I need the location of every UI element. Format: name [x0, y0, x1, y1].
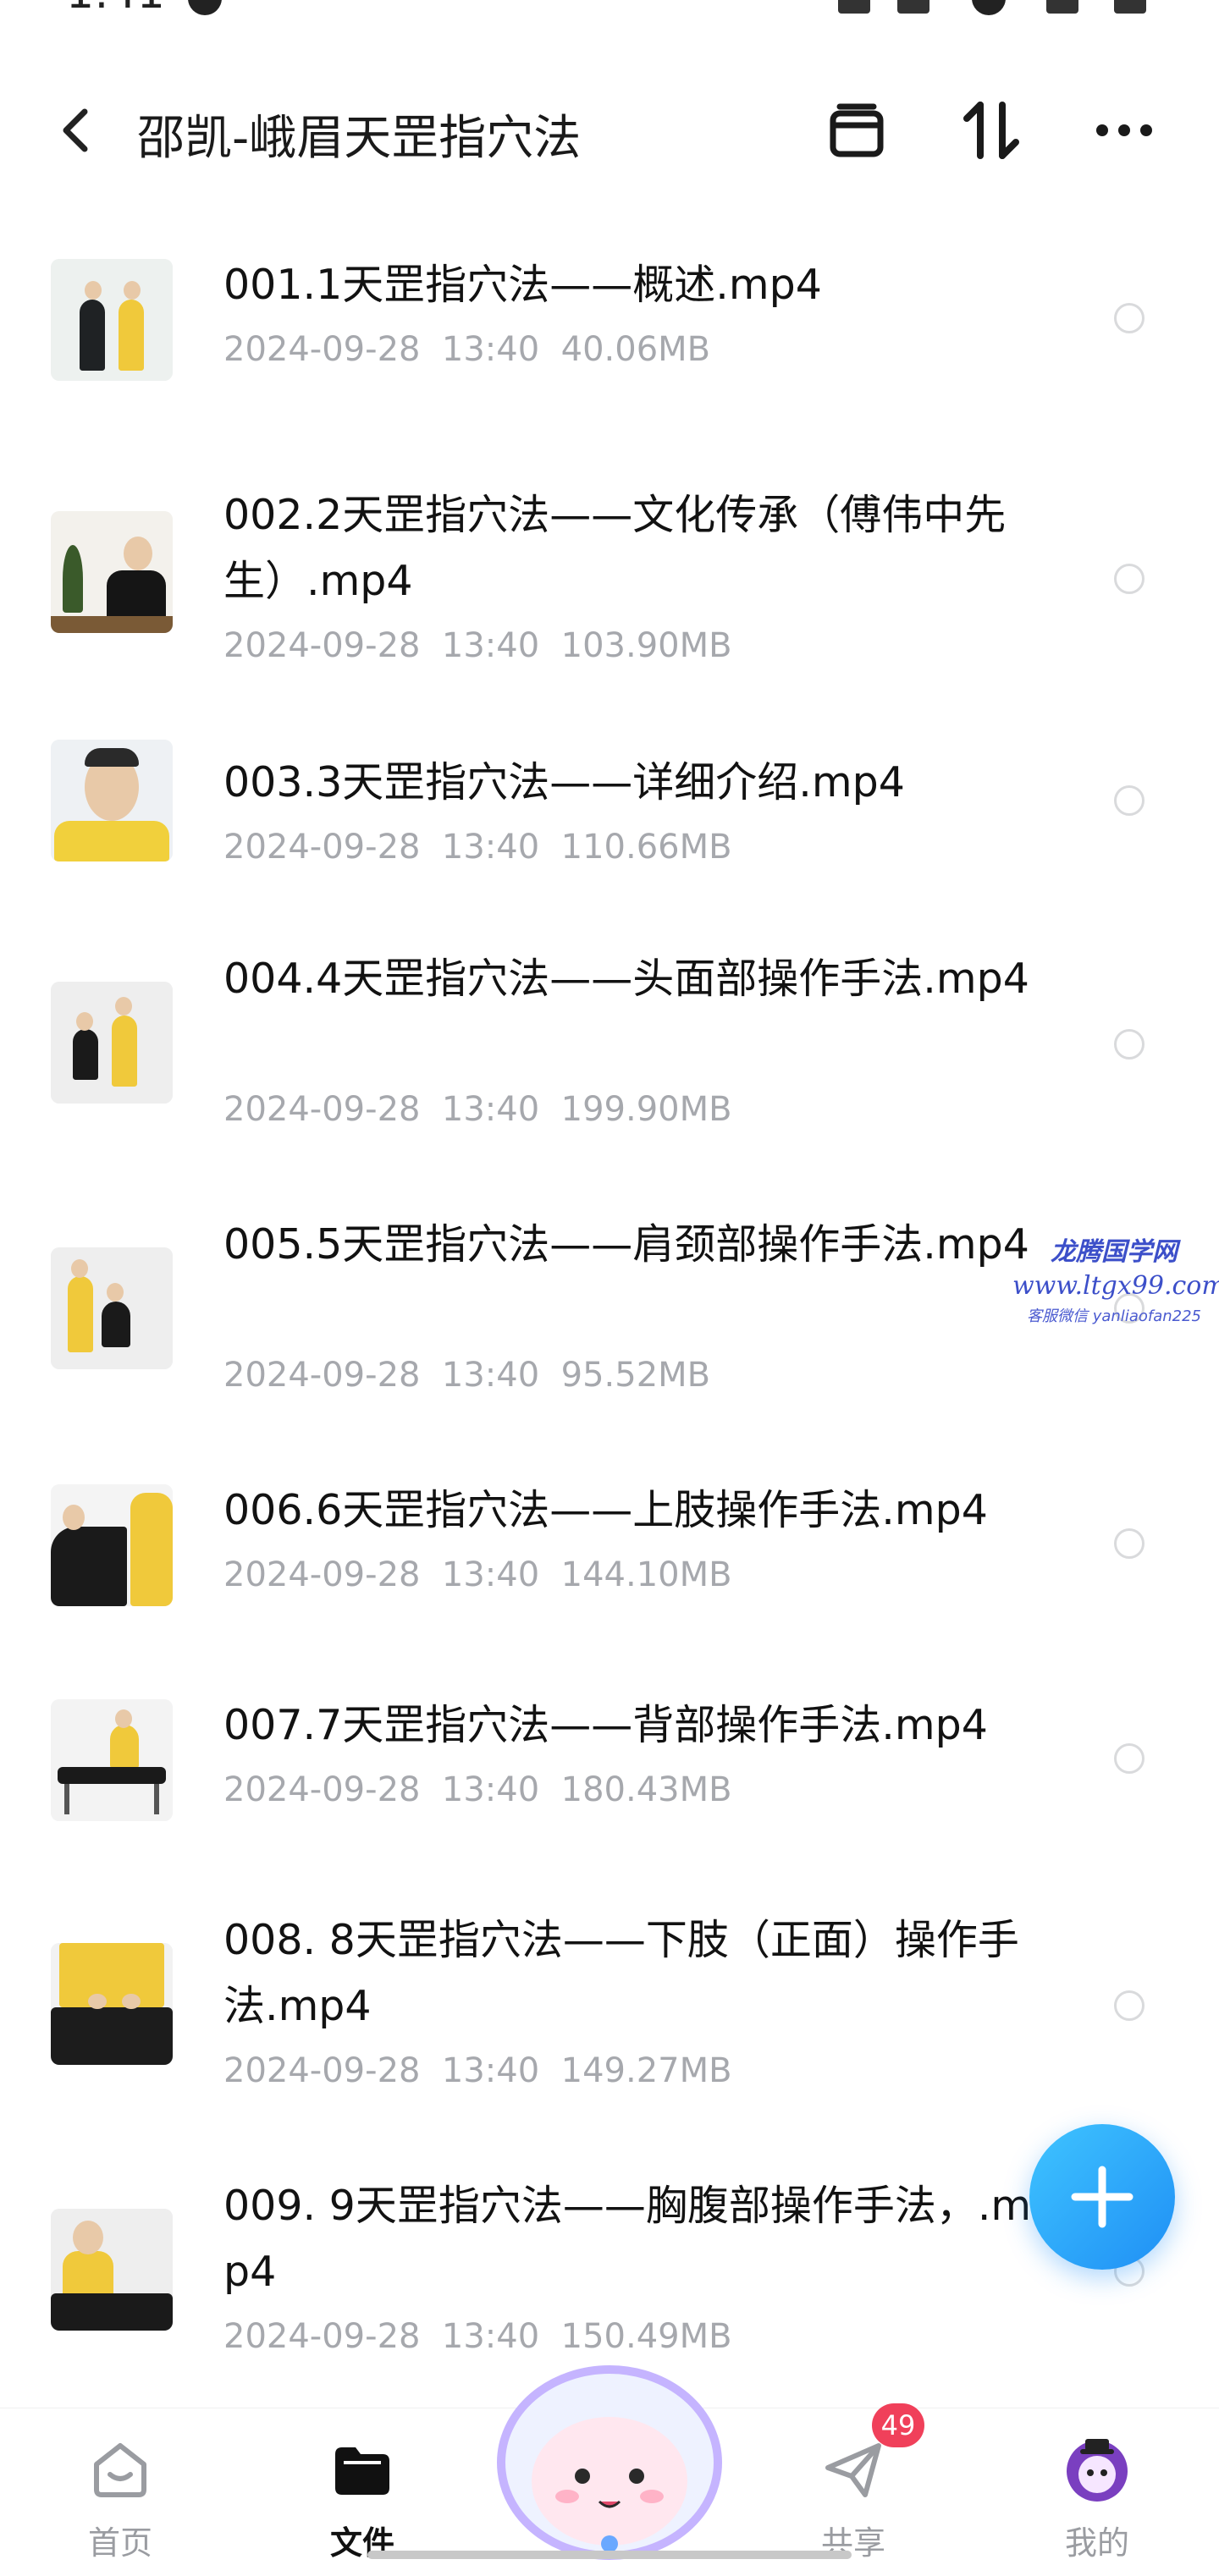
nav-mine-label: 我的	[1064, 2524, 1129, 2562]
header: 邵凯-峨眉天罡指穴法	[0, 85, 1219, 178]
video-thumbnail	[51, 1943, 173, 2065]
archive-box-icon	[830, 103, 884, 157]
file-meta: 2024-09-28 13:40 144.10MB	[223, 1555, 732, 1594]
hd-icon	[897, 0, 929, 14]
file-meta: 2024-09-28 13:40 149.27MB	[223, 2051, 732, 2090]
file-meta: 2024-09-28 13:40 103.90MB	[223, 626, 732, 665]
nfc-icon	[838, 0, 870, 14]
folder-icon	[335, 2447, 389, 2495]
add-button[interactable]	[1029, 2124, 1175, 2270]
file-name: 004.4天罡指穴法——头面部操作手法.mp4	[223, 955, 1029, 1003]
archive-button[interactable]	[823, 96, 891, 164]
video-thumbnail	[51, 1484, 173, 1606]
watermark-url: www.ltgx99.com	[1012, 1271, 1219, 1301]
select-radio[interactable]	[1114, 303, 1145, 333]
video-thumbnail	[51, 740, 173, 861]
video-thumbnail	[51, 982, 173, 1104]
select-radio[interactable]	[1114, 564, 1145, 594]
file-name: 009. 9天罡指穴法——胸腹部操作手法，.mp4	[223, 2182, 1032, 2296]
sort-arrows-icon	[963, 102, 1019, 159]
home-icon	[94, 2443, 146, 2497]
select-radio[interactable]	[1114, 1528, 1145, 1559]
file-name: 001.1天罡指穴法——概述.mp4	[223, 261, 822, 309]
nav-home-label: 首页	[87, 2524, 152, 2562]
file-meta: 2024-09-28 13:40 40.06MB	[223, 330, 711, 369]
battery-icon	[1114, 0, 1146, 14]
alarm-icon	[972, 0, 1006, 15]
mascot-button[interactable]	[491, 2336, 728, 2564]
watermark: 龙腾国学网 www.ltgx99.com 客服微信 yanliaofan225	[1012, 1230, 1219, 1326]
video-thumbnail	[51, 2209, 173, 2331]
file-name: 002.2天罡指穴法——文化传承（傅伟中先生）.mp4	[223, 491, 1007, 605]
file-name: 008. 8天罡指穴法——下肢（正面）操作手法.mp4	[223, 1916, 1019, 2030]
plus-icon	[1071, 2166, 1134, 2228]
signal-icon	[1046, 0, 1078, 14]
file-name: 006.6天罡指穴法——上肢操作手法.mp4	[223, 1486, 988, 1534]
select-radio[interactable]	[1114, 785, 1145, 816]
video-thumbnail	[51, 1699, 173, 1821]
nav-files[interactable]: 文件	[278, 2425, 447, 2569]
home-indicator	[367, 2551, 852, 2559]
nav-home[interactable]: 首页	[36, 2425, 205, 2569]
watermark-title: 龙腾国学网	[1051, 1237, 1178, 1267]
nav-mine[interactable]: 我的	[1012, 2425, 1182, 2569]
watermark-contact: 客服微信 yanliaofan225	[1027, 1307, 1201, 1325]
file-name: 003.3天罡指穴法——详细介绍.mp4	[223, 758, 905, 806]
more-button[interactable]	[1090, 96, 1158, 164]
file-meta: 2024-09-28 13:40 110.66MB	[223, 828, 732, 867]
sort-button[interactable]	[957, 96, 1024, 164]
avatar	[1067, 2439, 1128, 2502]
back-button[interactable]	[51, 103, 102, 157]
select-radio[interactable]	[1114, 1990, 1145, 2021]
select-radio[interactable]	[1114, 1743, 1145, 1774]
more-dots-icon	[1096, 124, 1152, 136]
file-name: 005.5天罡指穴法——肩颈部操作手法.mp4	[223, 1220, 1029, 1269]
video-thumbnail	[51, 1247, 173, 1369]
select-radio[interactable]	[1114, 1029, 1145, 1060]
chevron-left-icon	[63, 108, 88, 152]
share-count-badge: 49	[872, 2403, 924, 2447]
video-thumbnail	[51, 511, 173, 633]
video-thumbnail	[51, 259, 173, 381]
notification-icon	[188, 0, 222, 15]
status-bar: 1:41	[0, 0, 1219, 25]
file-meta: 2024-09-28 13:40 199.90MB	[223, 1090, 732, 1129]
send-plane-icon	[825, 2443, 881, 2497]
file-meta: 2024-09-28 13:40 95.52MB	[223, 1356, 711, 1395]
status-time: 1:41	[66, 0, 165, 19]
nav-share[interactable]: 共享	[769, 2425, 938, 2569]
file-meta: 2024-09-28 13:40 180.43MB	[223, 1770, 732, 1809]
page-title: 邵凯-峨眉天罡指穴法	[137, 111, 582, 166]
file-name: 007.7天罡指穴法——背部操作手法.mp4	[223, 1701, 988, 1749]
